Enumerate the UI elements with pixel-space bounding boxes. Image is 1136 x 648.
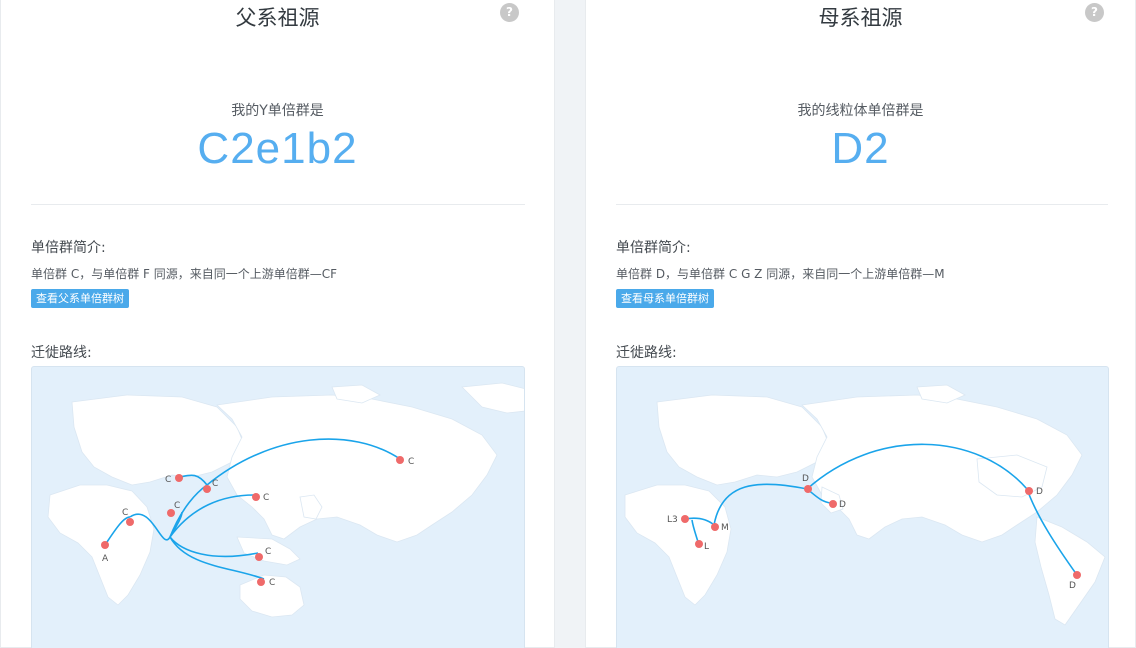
migration-point-marker	[255, 553, 263, 561]
help-icon[interactable]: ?	[500, 3, 519, 22]
migration-point-label: C	[165, 475, 171, 485]
migration-route-title: 迁徙路线:	[31, 345, 92, 361]
migration-point-marker	[829, 500, 837, 508]
migration-point-marker	[257, 578, 265, 586]
migration-point-label: C	[212, 479, 218, 489]
migration-point-marker	[695, 540, 703, 548]
land-mass	[216, 394, 498, 543]
land-mass	[461, 382, 524, 414]
migration-point-label: C	[269, 578, 275, 588]
migration-route-title: 迁徙路线:	[616, 345, 677, 361]
migration-point-label: L3	[667, 515, 678, 525]
migration-route-line	[169, 494, 255, 538]
migration-point-label: A	[102, 554, 109, 564]
land-mass	[624, 484, 732, 606]
maternal-migration-map: L3 M L D D D D	[616, 366, 1109, 648]
divider	[31, 204, 525, 205]
haplogroup-intro-text: 单倍群 D，与单倍群 C G Z 同源，来自同一个上游单倍群—M	[616, 267, 945, 281]
migration-point-label: L	[704, 542, 709, 552]
help-icon[interactable]: ?	[1085, 3, 1104, 22]
paternal-title: 父系祖源	[235, 6, 320, 30]
migration-point-marker	[711, 523, 719, 531]
migration-point-marker	[804, 485, 812, 493]
migration-point-label: D	[1036, 487, 1043, 497]
migration-point-marker	[175, 474, 183, 482]
view-maternal-tree-button[interactable]: 查看母系单倍群树	[616, 289, 714, 308]
divider	[616, 204, 1108, 205]
migration-point-label: C	[265, 547, 271, 557]
migration-point-label: D	[1069, 581, 1076, 591]
mt-haplogroup-label: 我的线粒体单倍群是	[797, 103, 924, 119]
migration-point-label: D	[802, 474, 809, 484]
mt-haplogroup-value: D2	[831, 124, 890, 173]
migration-point-label: D	[839, 500, 846, 510]
migration-point-marker	[126, 518, 134, 526]
paternal-card: 父系祖源 ? 我的Y单倍群是 C2e1b2 单倍群简介: 单倍群 C，与单倍群 …	[0, 0, 555, 648]
haplogroup-intro-text: 单倍群 C，与单倍群 F 同源，来自同一个上游单倍群—CF	[31, 267, 338, 281]
haplogroup-intro-title: 单倍群简介:	[616, 240, 691, 256]
migration-point-label: C	[408, 457, 414, 467]
migration-point-marker	[396, 456, 404, 464]
world-land	[47, 382, 524, 618]
maternal-card: 母系祖源 ? 我的线粒体单倍群是 D2 单倍群简介: 单倍群 D，与单倍群 C …	[585, 0, 1136, 648]
migration-point-marker	[681, 515, 689, 523]
migration-point-label: C	[122, 508, 128, 518]
world-map: L3 M L D D D D	[624, 384, 1106, 626]
y-haplogroup-label: 我的Y单倍群是	[231, 103, 324, 119]
haplogroup-intro-title: 单倍群简介:	[31, 240, 106, 256]
migration-point-label: C	[263, 493, 269, 503]
view-paternal-tree-button[interactable]: 查看父系单倍群树	[31, 289, 129, 308]
migration-point-label: M	[721, 523, 729, 533]
migration-point-marker	[203, 485, 211, 493]
migration-point-marker	[101, 541, 109, 549]
maternal-title: 母系祖源	[818, 6, 903, 30]
migration-point-marker	[1025, 487, 1033, 495]
migration-point-label: C	[174, 501, 180, 511]
y-haplogroup-value: C2e1b2	[197, 124, 358, 173]
migration-point-marker	[252, 493, 260, 501]
paternal-migration-map: A C C C C C C C C	[31, 366, 525, 648]
world-map: A C C C C C C C C	[47, 382, 524, 618]
land-mass	[1034, 516, 1106, 626]
migration-point-marker	[1073, 571, 1081, 579]
